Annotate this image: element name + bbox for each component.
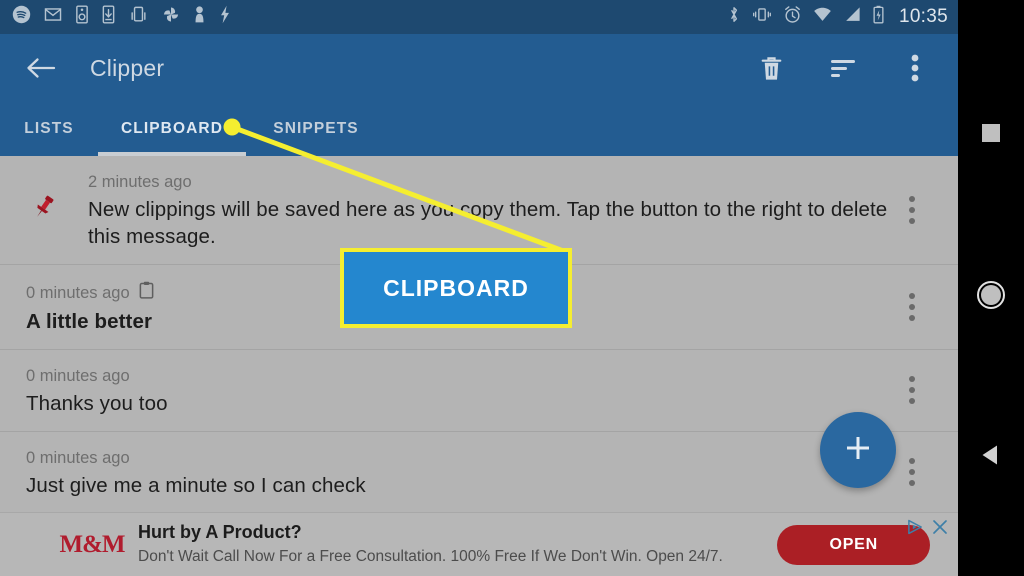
app-bar: Clipper	[0, 34, 958, 102]
app-bar-actions	[754, 51, 940, 85]
clipboard-list: 2 minutes ago New clippings will be save…	[0, 156, 958, 514]
status-bar-notification-icons	[12, 5, 232, 29]
list-item-overflow-icon[interactable]	[898, 373, 926, 407]
list-item-text: Just give me a minute so I can check	[26, 473, 366, 497]
spotify-icon	[12, 5, 31, 29]
back-arrow-icon[interactable]	[22, 49, 60, 87]
list-item-overflow-icon[interactable]	[898, 290, 926, 324]
list-item-timestamp: 0 minutes ago	[26, 448, 888, 469]
status-bar: 10:35	[0, 0, 958, 34]
list-item-text: Thanks you too	[26, 391, 168, 415]
cell-signal-icon	[843, 5, 862, 29]
person-icon	[193, 5, 206, 29]
list-item-overflow-icon[interactable]	[898, 455, 926, 489]
list-item-content: 0 minutes ago Thanks you too	[0, 366, 958, 417]
list-item-content: 0 minutes ago Just give me a minute so I…	[0, 448, 958, 499]
callout-box: CLIPBOARD	[340, 248, 572, 328]
list-item-timestamp: 2 minutes ago	[88, 172, 888, 193]
bluetooth-icon	[727, 5, 741, 29]
download-icon	[101, 5, 116, 29]
pushpin-icon	[0, 172, 88, 220]
android-nav-bar	[958, 0, 1024, 576]
circle-home-icon[interactable]	[968, 272, 1014, 318]
pinwheel-icon	[161, 5, 181, 29]
square-recents-icon[interactable]	[968, 110, 1014, 156]
vibrate-icon	[751, 5, 773, 29]
clipboard-icon	[139, 281, 154, 305]
callout-label: CLIPBOARD	[383, 274, 529, 301]
ad-headline: Hurt by A Product?	[138, 522, 302, 543]
delete-icon[interactable]	[754, 51, 788, 85]
plus-icon	[843, 433, 873, 468]
ad-description: Don't Wait Call Now For a Free Consultat…	[138, 547, 723, 565]
tab-lists[interactable]: LISTS	[0, 102, 98, 156]
overflow-menu-icon[interactable]	[898, 51, 932, 85]
list-item-text: New clippings will be saved here as you …	[88, 197, 888, 248]
list-item[interactable]: 0 minutes ago Just give me a minute so I…	[0, 432, 958, 514]
page-title: Clipper	[90, 54, 165, 81]
list-item-overflow-icon[interactable]	[898, 193, 926, 227]
adchoices-icon[interactable]	[907, 519, 924, 540]
cast-screen-icon	[128, 5, 149, 29]
advertiser-logo: M&M	[59, 530, 125, 558]
battery-charging-icon	[872, 5, 885, 29]
sort-icon[interactable]	[826, 51, 860, 85]
ad-banner[interactable]: M&M Hurt by A Product? Don't Wait Call N…	[0, 512, 958, 576]
ad-controls	[907, 519, 948, 540]
list-item-content: 2 minutes ago New clippings will be save…	[88, 172, 958, 250]
alarm-icon	[783, 5, 802, 29]
timestamp-text: 2 minutes ago	[88, 173, 192, 191]
status-bar-system-icons: 10:35	[727, 5, 948, 29]
timestamp-text: 0 minutes ago	[26, 448, 130, 467]
timestamp-text: 0 minutes ago	[26, 367, 130, 385]
ad-copy: Hurt by A Product? Don't Wait Call Now F…	[128, 522, 777, 567]
triangle-back-icon[interactable]	[968, 432, 1014, 478]
flash-icon	[218, 5, 232, 29]
tab-snippets[interactable]: SNIPPETS	[246, 102, 386, 156]
speaker-icon	[75, 5, 89, 29]
close-icon[interactable]	[932, 519, 948, 540]
gmail-icon	[43, 5, 63, 29]
add-clipping-fab[interactable]	[820, 412, 896, 488]
list-item[interactable]: 0 minutes ago Thanks you too	[0, 350, 958, 432]
tab-bar: LISTS CLIPBOARD SNIPPETS	[0, 102, 958, 156]
wifi-icon	[812, 5, 833, 29]
timestamp-text: 0 minutes ago	[26, 283, 130, 302]
tab-clipboard[interactable]: CLIPBOARD	[98, 102, 246, 156]
screen: 10:35 Clipper LISTS CLIPBOARD SNIPPETS 2…	[0, 0, 1024, 576]
list-item-timestamp: 0 minutes ago	[26, 366, 888, 387]
status-bar-clock: 10:35	[898, 6, 948, 27]
